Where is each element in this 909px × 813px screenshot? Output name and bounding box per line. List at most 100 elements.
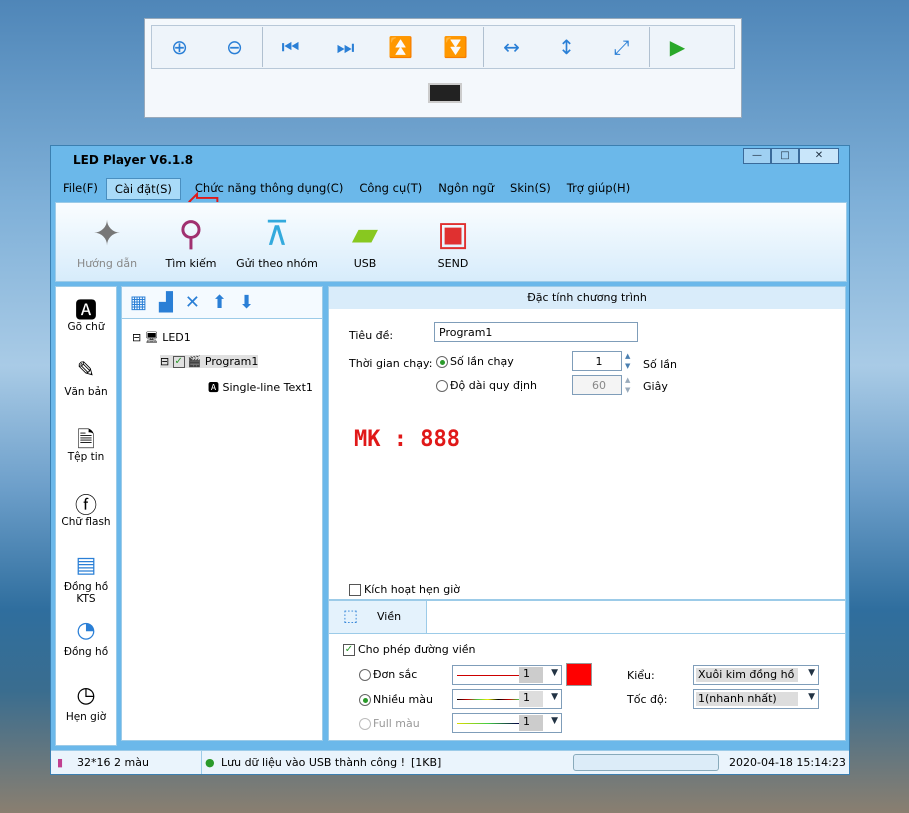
- window-title: LED Player V6.1.8: [73, 153, 194, 167]
- tab-border[interactable]: ⬚ Viền: [329, 601, 427, 633]
- status-message: Lưu dữ liệu vào USB thành công !: [221, 756, 406, 769]
- label: Văn bản: [64, 386, 108, 398]
- fit-height-icon[interactable]: ↕: [539, 35, 594, 59]
- menu-bar: File(F) Cài đặt(S) Chức năng thông dụng(…: [55, 178, 638, 200]
- minimize-button[interactable]: —: [743, 148, 771, 164]
- style-select[interactable]: Xuôi kim đồng hồ ▼: [693, 665, 819, 685]
- flash-icon: ⓕ: [74, 494, 97, 519]
- duration-input[interactable]: [572, 375, 622, 395]
- menu-settings[interactable]: Cài đặt(S): [105, 178, 181, 200]
- run-count-spinner[interactable]: ▲ ▼: [625, 351, 630, 371]
- search-icon: ⚲: [178, 214, 204, 254]
- send-icon: ▣: [436, 214, 470, 254]
- ribbon: ✦ Hướng dẫn ⚲ Tìm kiếm ⊼ Gửi theo nhóm ▰ USB…: [55, 202, 847, 282]
- style-label: Kiểu:: [627, 669, 655, 682]
- single-color-radio[interactable]: Đơn sắc: [359, 668, 417, 681]
- value: 1: [519, 691, 543, 707]
- speed-select[interactable]: 1(nhanh nhất) ▼: [693, 689, 819, 709]
- network-icon: ⊼: [264, 214, 290, 254]
- run-count-input[interactable]: [572, 351, 622, 371]
- value: 1(nhanh nhất): [696, 692, 798, 706]
- add-area-icon[interactable]: ▟: [159, 292, 173, 313]
- menu-tools[interactable]: Công cụ(T): [351, 178, 430, 200]
- add-program-icon[interactable]: ▦: [130, 292, 147, 313]
- group-send-button[interactable]: ⊼ Gửi theo nhóm: [232, 211, 322, 270]
- password-annotation: MK : 888: [354, 427, 460, 452]
- document-icon: ✎: [76, 358, 96, 383]
- full-color-radio[interactable]: Full màu: [359, 717, 420, 730]
- menu-help[interactable]: Trợ giúp(H): [559, 178, 638, 200]
- status-bar: ▮ 32*16 2 màu ● Lưu dữ liệu vào USB thàn…: [51, 750, 849, 774]
- schedule-checkbox[interactable]: Kích hoạt hẹn giờ: [349, 583, 460, 596]
- compass-icon: ✦: [92, 214, 122, 254]
- sidebar-item-text[interactable]: 🅰 Gõ chữ: [56, 287, 116, 352]
- menu-skin[interactable]: Skin(S): [502, 178, 559, 200]
- fit-all-icon[interactable]: ⤢: [594, 35, 649, 59]
- label: Kích hoạt hẹn giờ: [364, 583, 461, 596]
- usb-label: USB: [353, 257, 377, 270]
- label: Program1: [204, 355, 259, 368]
- led-preview: [428, 83, 462, 103]
- status-size: [1KB]: [411, 756, 442, 769]
- usb-button[interactable]: ▰ USB: [320, 211, 410, 270]
- guide-button[interactable]: ✦ Hướng dẫn: [62, 211, 152, 270]
- label: Full màu: [373, 717, 420, 730]
- label: LED1: [162, 331, 191, 344]
- multi-width-select[interactable]: 1 ▼: [452, 689, 562, 709]
- move-top-icon[interactable]: ⏫: [373, 35, 428, 59]
- group-send-label: Gửi theo nhóm: [236, 257, 318, 270]
- single-width-select[interactable]: 1 ▼: [452, 665, 562, 685]
- sidebar-item-file[interactable]: 🗎 Tệp tin: [56, 417, 116, 482]
- menu-file[interactable]: File(F): [55, 178, 106, 200]
- border-frame-icon: ⬚: [343, 606, 359, 625]
- usb-status-icon: ▮: [57, 756, 64, 769]
- duration-spinner[interactable]: ▲ ▼: [625, 375, 630, 395]
- run-count-unit: Số lần: [643, 358, 677, 371]
- label: Hẹn giờ: [65, 711, 107, 723]
- multi-color-radio[interactable]: Nhiều màu: [359, 693, 433, 706]
- play-icon[interactable]: ▶: [650, 35, 705, 59]
- label: Tệp tin: [67, 451, 105, 463]
- file-icon: 🗎: [77, 428, 95, 453]
- tree-node-program[interactable]: ⊟ ✓ 🎬 Program1: [160, 355, 259, 368]
- last-icon[interactable]: ⏭: [318, 35, 373, 59]
- run-count-radio[interactable]: Số lần chạy: [436, 355, 514, 368]
- border-color-swatch[interactable]: [566, 663, 592, 686]
- zoom-in-icon[interactable]: ⊕: [152, 35, 207, 59]
- floating-toolbar: ⊕ ⊖ ⏮ ⏭ ⏫ ⏬ ↔ ↕ ⤢ ▶: [144, 18, 742, 118]
- search-button[interactable]: ⚲ Tìm kiếm: [146, 211, 236, 270]
- sidebar-item-clock[interactable]: ◔ Đồng hồ: [56, 612, 116, 677]
- enable-border-checkbox[interactable]: ✓ Cho phép đường viền: [343, 643, 476, 656]
- send-label: SEND: [437, 257, 469, 270]
- fit-width-icon[interactable]: ↔: [484, 35, 539, 59]
- move-down-icon[interactable]: ⬇: [239, 292, 254, 313]
- label: Đơn sắc: [373, 668, 418, 681]
- full-width-select[interactable]: 1 ▼: [452, 713, 562, 733]
- sidebar-item-document[interactable]: ✎ Văn bản: [56, 352, 116, 417]
- title-label: Tiêu đề:: [349, 329, 394, 342]
- menu-language[interactable]: Ngôn ngữ: [430, 178, 502, 200]
- label: Đồng hồ KTS: [63, 581, 109, 605]
- program-tree-panel: ▦ ▟ ✕ ⬆ ⬇ ⊟ 🖥 LED1 ⊟ ✓ 🎬 Program1 🅰 Singl…: [121, 286, 323, 741]
- sidebar-item-timer[interactable]: ◷ Hẹn giờ: [56, 677, 116, 742]
- success-icon: ●: [205, 756, 215, 769]
- sidebar-item-digital-clock[interactable]: ▤ Đồng hồ KTS: [56, 547, 116, 612]
- send-button[interactable]: ▣ SEND: [408, 211, 498, 270]
- label: Gõ chữ: [67, 321, 105, 333]
- zoom-out-icon[interactable]: ⊖: [207, 35, 262, 59]
- search-label: Tìm kiếm: [165, 257, 217, 270]
- tree-node-led1[interactable]: ⊟ 🖥 LED1: [132, 331, 191, 344]
- tree-node-text[interactable]: 🅰 Single-line Text1: [208, 379, 313, 395]
- close-button[interactable]: ✕: [799, 148, 839, 164]
- sidebar-item-flash[interactable]: ⓕ Chữ flash: [56, 482, 116, 547]
- move-up-icon[interactable]: ⬆: [212, 292, 227, 313]
- first-icon[interactable]: ⏮: [263, 35, 318, 59]
- title-input[interactable]: [434, 322, 638, 342]
- move-bottom-icon[interactable]: ⏬: [428, 35, 483, 59]
- duration-radio[interactable]: Độ dài quy định: [436, 379, 537, 392]
- delete-icon[interactable]: ✕: [185, 292, 200, 313]
- label: Chữ flash: [61, 516, 111, 528]
- maximize-button[interactable]: □: [771, 148, 799, 164]
- clock-icon: ◔: [76, 618, 96, 643]
- label: Single-line Text1: [222, 381, 313, 394]
